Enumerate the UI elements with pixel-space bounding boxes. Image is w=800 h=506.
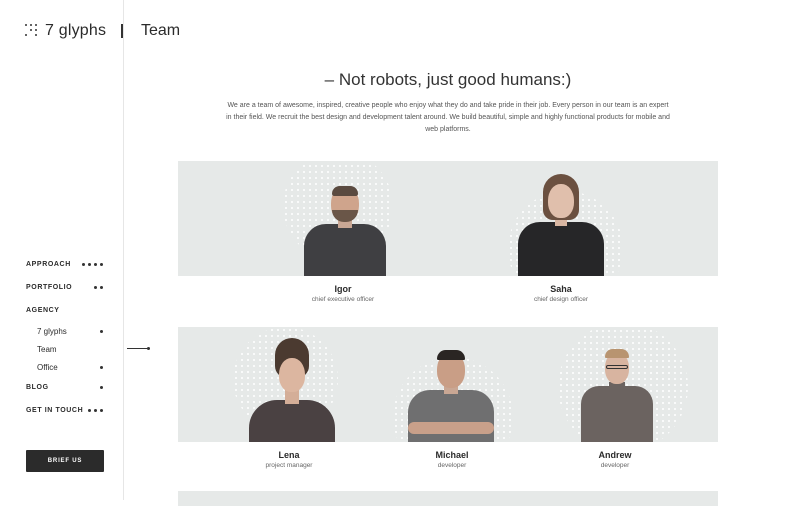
nav-agency-7glyphs-label: 7 glyphs [37,326,67,336]
brand-name: 7 glyphs [45,22,107,39]
member-role-michael: developer [437,462,467,469]
member-name-igor: Igor [334,284,352,294]
team-photo-row-2 [178,327,718,442]
team-intro: We are a team of awesome, inspired, crea… [226,102,670,133]
nav-agency-office[interactable]: Office [26,358,126,376]
member-name-saha: Saha [550,284,572,294]
nav-agency-7glyphs[interactable]: 7 glyphs [26,322,126,340]
header-divider [121,24,123,38]
member-name-andrew: Andrew [598,450,632,460]
nav-portfolio-label: PORTFOLIO [26,284,73,291]
glyphs-logo-icon [25,24,39,38]
nav-contact-dots-icon [88,409,103,412]
nav-approach-dots-icon [82,263,103,266]
page-title: Team [141,22,181,39]
nav-agency-team-label: Team [37,344,57,354]
photo-lena [248,338,336,442]
nav-agency-label: AGENCY [26,307,60,314]
nav-approach-label: APPROACH [26,261,71,268]
member-role-lena: project manager [265,462,313,469]
nav-blog[interactable]: BLOG [26,376,126,399]
team-photo-row-1 [178,161,718,276]
photo-igor [303,176,387,276]
nav-portfolio[interactable]: PORTFOLIO [26,276,126,299]
team-photo-row-3 [178,491,718,506]
logo[interactable]: 7 glyphs [25,22,106,40]
nav-7glyphs-dot-icon [100,329,103,333]
nav-contact-label: GET IN TOUCH [26,407,84,414]
nav-office-dot-icon [100,365,103,369]
nav-agency[interactable]: AGENCY [26,299,126,322]
active-indicator-icon [127,347,150,350]
nav-agency-team[interactable]: Team [26,340,150,358]
sidebar: 7 glyphs APPROACH PORTFOLIO AGENCY 7 gly… [0,0,150,500]
nav-agency-office-label: Office [37,362,58,372]
photo-michael [406,338,496,442]
nav-approach[interactable]: APPROACH [26,253,126,276]
nav-blog-dot-icon [100,386,103,389]
nav-blog-label: BLOG [26,384,49,391]
nav-contact[interactable]: GET IN TOUCH [26,399,126,422]
nav-portfolio-dots-icon [94,286,103,289]
member-name-michael: Michael [435,450,469,460]
main-nav: APPROACH PORTFOLIO AGENCY 7 glyphs Team … [26,253,150,422]
brief-us-button[interactable]: BRIEF US [26,450,104,472]
member-role-igor: chief executive officer [311,296,375,303]
member-role-saha: chief design officer [533,296,589,303]
photo-saha [518,174,604,276]
photo-andrew [578,338,656,442]
team-headline: – Not robots, just good humans:) [324,70,572,89]
page-header: Team [121,22,181,40]
member-role-andrew: developer [600,462,630,469]
member-name-lena: Lena [278,450,300,460]
